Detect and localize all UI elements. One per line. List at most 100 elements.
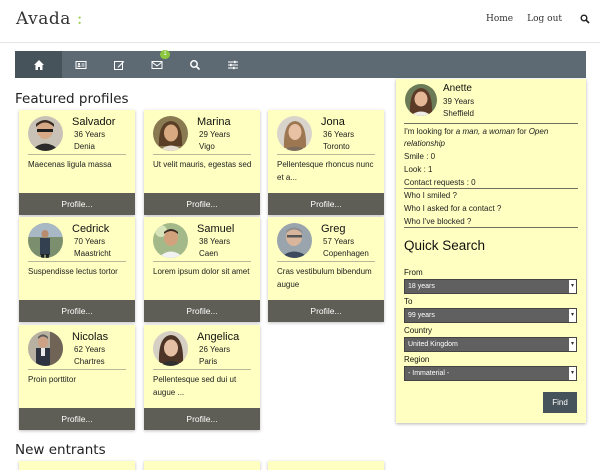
search-icon [190,59,201,70]
mail-icon [151,60,163,69]
from-age-select[interactable]: 18 years ▾ [404,279,577,294]
profile-name[interactable]: Samuel [197,223,234,235]
user-city: Sheffield [443,109,474,118]
profile-name[interactable]: Jona [321,116,345,128]
profile-description: Maecenas ligula massa [28,160,112,169]
search-icon[interactable] [580,14,590,24]
who-asked-contact-link[interactable]: Who I asked for a contact ? [404,204,501,213]
toolbar-profile-button[interactable] [62,51,100,78]
profile-button[interactable]: Profile... [144,408,260,430]
top-header: Avada : Home Log out [0,0,600,43]
profile-button[interactable]: Profile... [19,193,135,215]
toolbar-edit-button[interactable] [100,51,138,78]
profile-button[interactable]: Profile... [19,408,135,430]
profile-card [19,461,135,470]
profile-description: Pellentesque rhoncus nunc et a... [277,160,374,182]
profile-age: 26 Years [199,345,231,354]
member-sidebar: Anette 39 Years Sheffield I'm looking fo… [396,79,586,423]
avatar[interactable] [277,223,312,258]
profile-city: Chartres [74,357,105,366]
profile-name[interactable]: Salvador [72,116,115,128]
avatar[interactable] [153,223,188,258]
divider [28,261,126,262]
profile-city: Toronto [323,142,350,151]
profile-button[interactable]: Profile... [19,300,135,322]
from-label: From [404,268,423,277]
edit-icon [114,60,125,70]
chevron-down-icon: ▾ [569,367,576,380]
chevron-down-icon: ▾ [569,309,576,322]
profile-card-icon [75,60,87,69]
to-label: To [404,297,413,306]
profile-age: 36 Years [323,130,355,139]
profile-card: Greg 57 Years Copenhagen Cras vestibulum… [268,217,384,322]
region-select[interactable]: - Immaterial - ▾ [404,366,577,381]
looking-for-text: I'm looking for a man, a woman for Open … [404,127,549,148]
toolbar-home-button[interactable] [15,51,62,78]
avatar[interactable] [28,331,63,366]
country-select[interactable]: United Kingdom ▾ [404,337,577,352]
profile-name[interactable]: Nicolas [72,331,108,343]
avatar[interactable] [28,223,63,258]
divider [404,123,578,124]
contact-requests-count: Contact requests : 0 [404,178,476,187]
toolbar-search-button[interactable] [176,51,214,78]
profile-description: Suspendisse lectus tortor [28,267,118,276]
profile-card: Nicolas 62 Years Chartres Proin porttito… [19,325,135,430]
nav-home-link[interactable]: Home [486,14,513,24]
to-age-select[interactable]: 99 years ▾ [404,308,577,323]
mail-badge: 1 [160,50,170,59]
site-logo[interactable]: Avada : [16,9,83,29]
profile-city: Maastricht [74,249,111,258]
user-name[interactable]: Anette [443,83,472,94]
profile-age: 70 Years [74,237,106,246]
avatar[interactable] [277,116,312,151]
avatar[interactable] [153,331,188,366]
avatar[interactable] [28,116,63,151]
profile-city: Copenhagen [323,249,369,258]
country-label: Country [404,326,433,335]
profile-button[interactable]: Profile... [268,300,384,322]
profile-card: Cedrick 70 Years Maastricht Suspendisse … [19,217,135,322]
profile-description: Ut velit mauris, egestas sed [153,160,252,169]
avatar[interactable] [153,116,188,151]
featured-profiles-heading: Featured profiles [15,91,129,107]
profile-age: 38 Years [199,237,231,246]
divider [153,154,251,155]
profile-card [144,461,260,470]
profile-description: Lorem ipsum dolor sit amet [153,267,250,276]
divider [153,369,251,370]
profile-button[interactable]: Profile... [268,193,384,215]
toolbar-settings-button[interactable] [214,51,252,78]
toolbar-messages-button[interactable]: 1 [138,50,176,78]
member-toolbar: 1 [15,50,586,78]
profile-age: 62 Years [74,345,106,354]
profile-description: Proin porttitor [28,375,77,384]
profile-city: Vigo [199,142,215,151]
profile-city: Caen [199,249,219,258]
profile-name[interactable]: Cedrick [72,223,109,235]
profile-name[interactable]: Marina [197,116,231,128]
who-smiled-link[interactable]: Who I smiled ? [404,191,457,200]
new-entrants-heading: New entrants [15,442,106,458]
user-age: 39 Years [443,97,475,106]
smile-count: Smile : 0 [404,152,436,161]
divider [277,154,375,155]
avatar[interactable] [405,84,437,116]
look-count: Look : 1 [404,165,433,174]
find-button[interactable]: Find [543,392,577,413]
profile-button[interactable]: Profile... [144,300,260,322]
quick-search-title: Quick Search [404,238,486,253]
profile-age: 57 Years [323,237,355,246]
divider [153,261,251,262]
divider [28,369,126,370]
sliders-icon [228,60,238,69]
profile-name[interactable]: Greg [321,223,345,235]
divider [404,188,578,189]
profile-name[interactable]: Angelica [197,331,239,343]
home-icon [33,59,44,70]
who-blocked-link[interactable]: Who I've blocked ? [404,217,471,226]
divider [404,227,578,228]
profile-button[interactable]: Profile... [144,193,260,215]
nav-logout-link[interactable]: Log out [527,14,562,24]
